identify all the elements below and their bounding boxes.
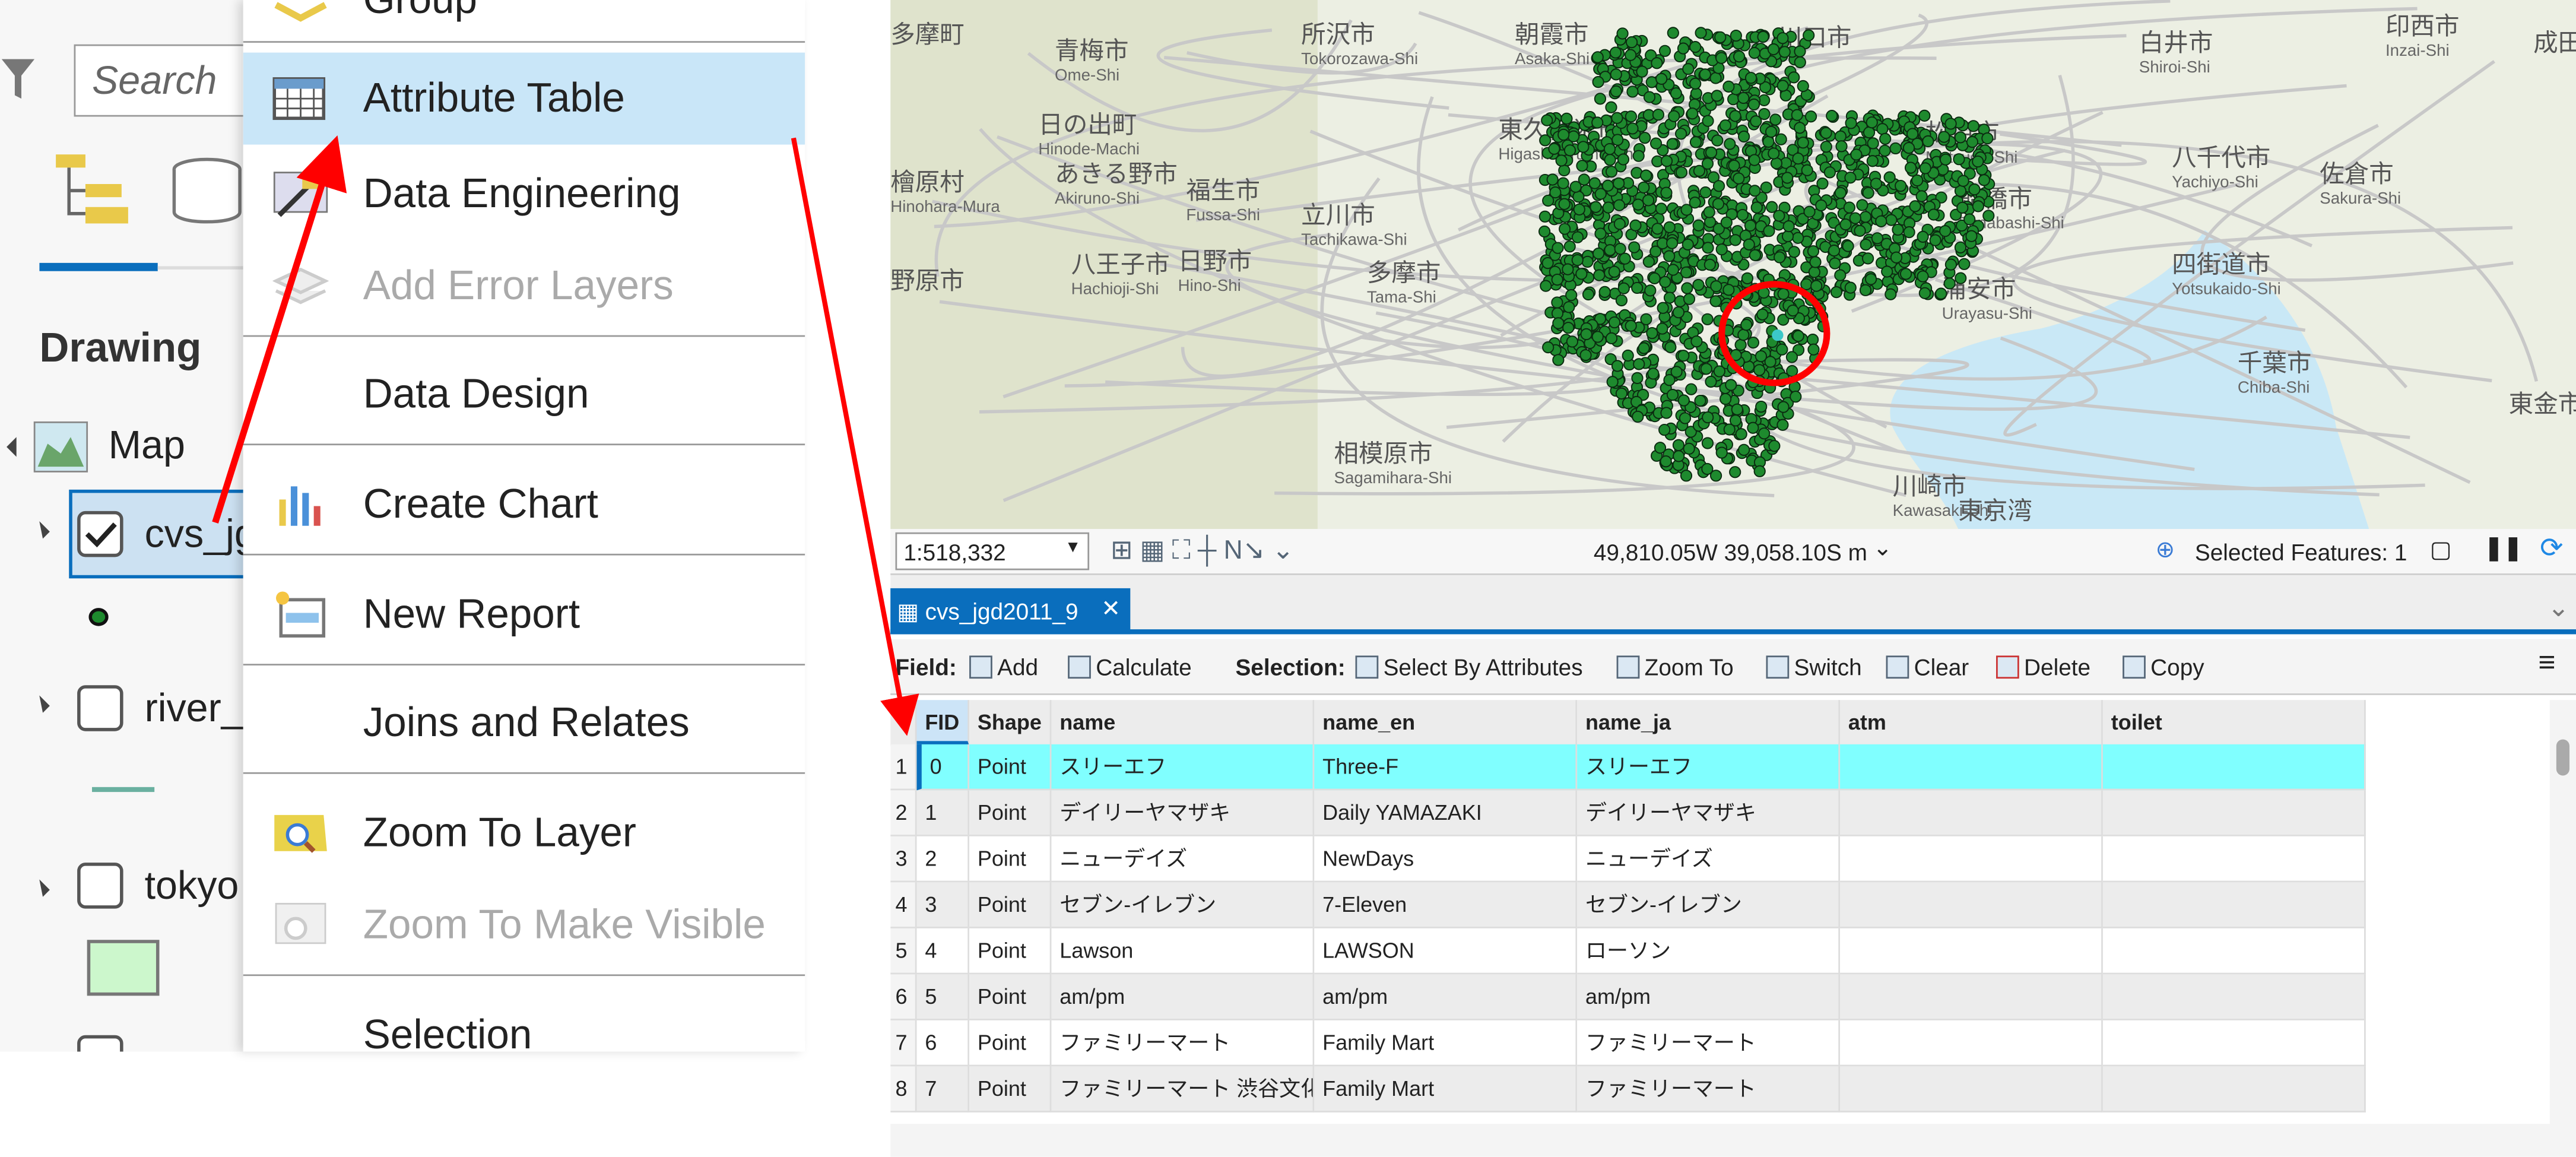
screenshot: Search Drawing Map cvs_jg river_ tokyo G… [0, 0, 2576, 1157]
red-arrow-to-table [791, 137, 919, 736]
red-arrow-to-menu [212, 135, 347, 524]
red-circle-highlight [1718, 281, 1831, 386]
annotation-overlay [212, 135, 1831, 736]
